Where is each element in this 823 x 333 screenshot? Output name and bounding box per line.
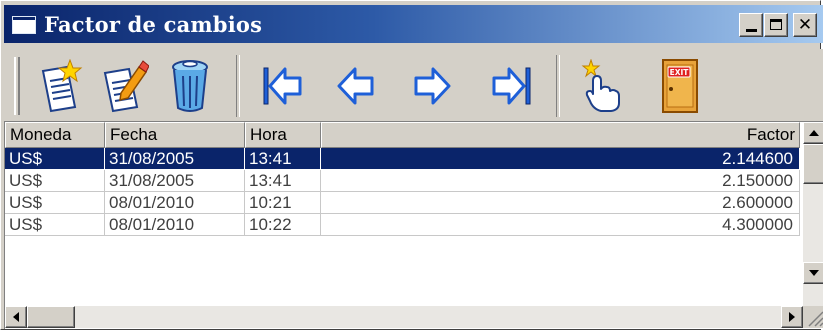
horizontal-scroll-thumb[interactable] bbox=[27, 306, 75, 328]
scroll-right-button[interactable] bbox=[781, 306, 803, 328]
cell-factor: 4.300000 bbox=[321, 214, 800, 236]
cell-factor: 2.600000 bbox=[321, 192, 800, 214]
toolbar: EXIT bbox=[4, 49, 823, 121]
scroll-up-button[interactable] bbox=[803, 122, 823, 144]
edit-record-button[interactable] bbox=[96, 55, 152, 117]
window-icon bbox=[12, 16, 36, 34]
exit-button[interactable]: EXIT bbox=[652, 55, 708, 117]
cell-moneda: US$ bbox=[5, 170, 105, 192]
column-header-hora[interactable]: Hora bbox=[245, 122, 321, 148]
next-record-button[interactable] bbox=[404, 55, 460, 117]
exit-door-icon: EXIT bbox=[662, 59, 698, 113]
scroll-down-button[interactable] bbox=[803, 262, 823, 284]
toolbar-separator bbox=[236, 55, 240, 117]
arrow-right-icon bbox=[789, 312, 795, 322]
exchange-rate-grid: Moneda Fecha Hora Factor US$ 31/08/2005 … bbox=[4, 121, 823, 329]
table-row[interactable]: US$ 08/01/2010 10:21 2.600000 bbox=[5, 192, 800, 214]
resize-grip-icon bbox=[808, 311, 823, 327]
vertical-scrollbar[interactable] bbox=[803, 122, 823, 306]
last-arrow-icon bbox=[492, 67, 531, 105]
arrow-down-icon bbox=[809, 270, 819, 276]
cell-fecha: 08/01/2010 bbox=[105, 214, 245, 236]
table-row[interactable]: US$ 31/08/2005 13:41 2.150000 bbox=[5, 170, 800, 192]
cell-hora: 13:41 bbox=[245, 148, 321, 170]
horizontal-scrollbar[interactable] bbox=[5, 306, 803, 328]
column-header-factor[interactable]: Factor bbox=[321, 122, 800, 148]
first-record-button[interactable] bbox=[254, 55, 310, 117]
minimize-icon bbox=[746, 29, 757, 32]
cell-fecha: 31/08/2005 bbox=[105, 170, 245, 192]
toolbar-grip[interactable] bbox=[14, 57, 20, 115]
table-row[interactable]: US$ 31/08/2005 13:41 2.144600 bbox=[5, 148, 800, 170]
next-arrow-icon bbox=[414, 67, 451, 105]
exit-sign-label: EXIT bbox=[670, 68, 690, 77]
cell-hora: 10:22 bbox=[245, 214, 321, 236]
cell-moneda: US$ bbox=[5, 148, 105, 170]
table-row[interactable]: US$ 08/01/2010 10:22 4.300000 bbox=[5, 214, 800, 236]
cell-factor: 2.150000 bbox=[321, 170, 800, 192]
first-arrow-icon bbox=[263, 67, 302, 105]
new-document-icon bbox=[41, 59, 83, 113]
title-bar[interactable]: Factor de cambios ✕ bbox=[4, 5, 823, 43]
scroll-left-button[interactable] bbox=[5, 306, 27, 328]
close-button[interactable]: ✕ bbox=[793, 13, 817, 37]
cell-moneda: US$ bbox=[5, 192, 105, 214]
edit-document-icon bbox=[103, 60, 149, 113]
pointing-hand-icon bbox=[581, 59, 620, 112]
resize-grip[interactable] bbox=[803, 306, 823, 328]
minimize-button[interactable] bbox=[739, 13, 763, 37]
window-title: Factor de cambios bbox=[44, 12, 263, 37]
trash-can-icon bbox=[172, 60, 208, 112]
last-record-button[interactable] bbox=[484, 55, 540, 117]
cell-fecha: 31/08/2005 bbox=[105, 148, 245, 170]
arrow-up-icon bbox=[809, 130, 819, 136]
arrow-left-icon bbox=[13, 312, 19, 322]
select-button[interactable] bbox=[574, 55, 630, 117]
cell-hora: 10:21 bbox=[245, 192, 321, 214]
previous-arrow-icon bbox=[337, 67, 374, 105]
cell-factor: 2.144600 bbox=[321, 148, 800, 170]
column-header-moneda[interactable]: Moneda bbox=[5, 122, 105, 148]
vertical-scroll-thumb[interactable] bbox=[803, 144, 823, 184]
maximize-icon bbox=[770, 19, 782, 30]
toolbar-separator bbox=[556, 55, 560, 117]
cell-hora: 13:41 bbox=[245, 170, 321, 192]
cell-moneda: US$ bbox=[5, 214, 105, 236]
close-icon: ✕ bbox=[797, 15, 813, 35]
maximize-button[interactable] bbox=[764, 13, 788, 37]
new-record-button[interactable] bbox=[32, 55, 88, 117]
cell-fecha: 08/01/2010 bbox=[105, 192, 245, 214]
delete-record-button[interactable] bbox=[162, 55, 218, 117]
app-window: Factor de cambios ✕ EXIT Moneda Fecha Ho… bbox=[0, 0, 823, 330]
previous-record-button[interactable] bbox=[328, 55, 384, 117]
column-header-fecha[interactable]: Fecha bbox=[105, 122, 245, 148]
